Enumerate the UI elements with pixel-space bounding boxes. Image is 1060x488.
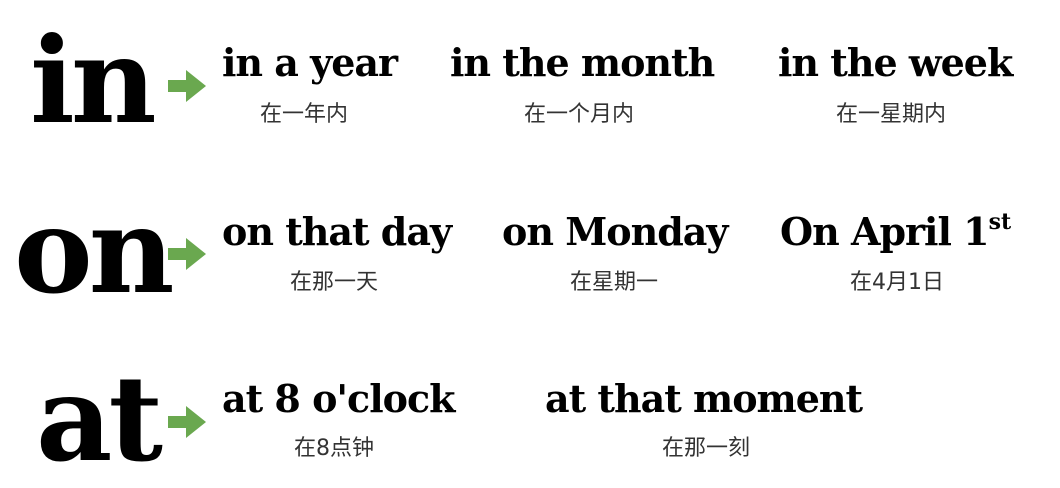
phrase-at-8-oclock: at 8 o'clock bbox=[222, 376, 455, 421]
phrase-on-that-day: on that day bbox=[222, 209, 452, 254]
arrow-right-icon bbox=[168, 238, 206, 270]
ordinal-suffix: st bbox=[988, 209, 1012, 235]
arrow-right-icon bbox=[168, 70, 206, 102]
translation-on-monday: 在星期一 bbox=[570, 270, 659, 295]
translation-on-that-day: 在那一天 bbox=[290, 270, 379, 295]
translation-in-the-month: 在一个月内 bbox=[524, 102, 635, 127]
phrase-in-the-week: in the week bbox=[778, 40, 1013, 85]
translation-on-april-1st: 在4月1日 bbox=[850, 270, 944, 295]
translation-in-a-year: 在一年内 bbox=[260, 102, 349, 127]
arrow-right-icon bbox=[168, 406, 206, 438]
preposition-slide: in in a year 在一年内 in the month 在一个月内 in … bbox=[0, 0, 1060, 482]
phrase-on-monday: on Monday bbox=[502, 209, 729, 254]
translation-at-that-moment: 在那一刻 bbox=[662, 436, 751, 461]
phrase-on-april-1st: On April 1st bbox=[780, 211, 1011, 251]
preposition-on: on bbox=[14, 181, 174, 320]
phrase-in-the-month: in the month bbox=[450, 40, 715, 85]
preposition-at: at bbox=[36, 349, 163, 488]
translation-at-8-oclock: 在8点钟 bbox=[294, 436, 374, 461]
preposition-in: in bbox=[30, 11, 157, 150]
translation-in-the-week: 在一星期内 bbox=[836, 102, 947, 127]
phrase-at-that-moment: at that moment bbox=[545, 376, 863, 421]
phrase-in-a-year: in a year bbox=[222, 40, 398, 85]
phrase-on-april-1st-text: On April 1 bbox=[780, 209, 990, 254]
